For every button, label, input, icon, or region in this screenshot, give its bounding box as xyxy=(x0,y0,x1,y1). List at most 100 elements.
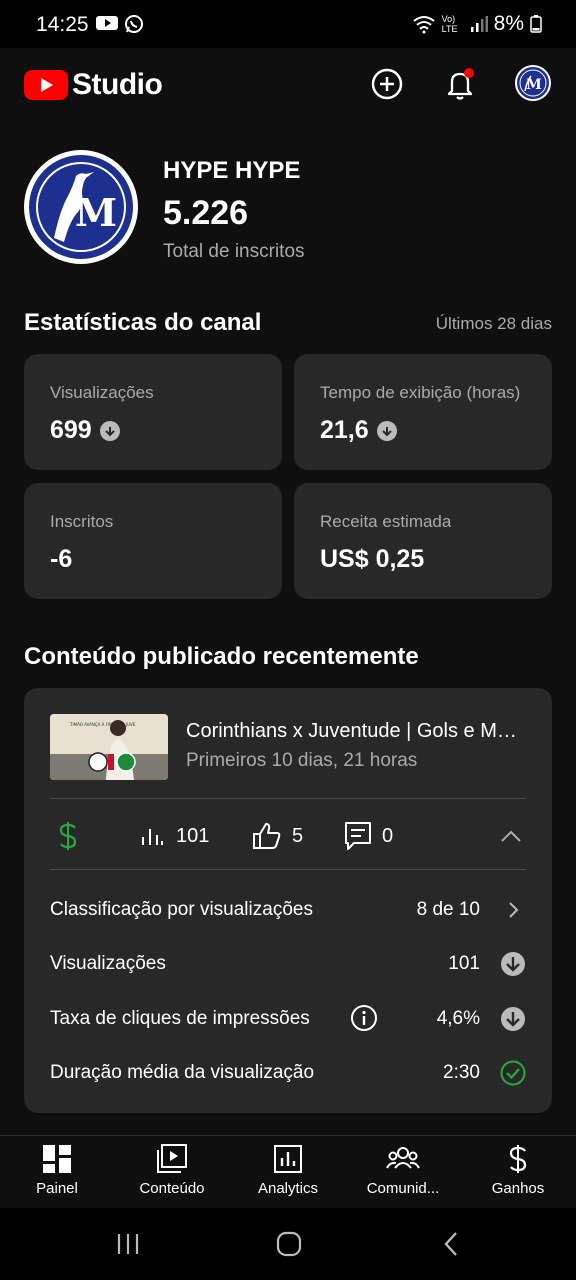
detail-label: Classificação por visualizações xyxy=(50,899,313,920)
system-navigation-bar xyxy=(0,1208,576,1280)
stats-period[interactable]: Últimos 28 dias xyxy=(436,314,552,334)
check-circle-icon xyxy=(500,1060,526,1086)
channel-header: M HYPE HYPE 5.226 Total de inscritos xyxy=(24,150,552,266)
signal-icon xyxy=(470,16,488,32)
video-metrics-row[interactable]: 101 5 0 xyxy=(50,814,526,858)
detail-row-ctr: Taxa de cliques de impressões 4,6% xyxy=(50,1004,526,1034)
likes-metric: 5 xyxy=(252,822,303,850)
nav-item-analytics[interactable]: Analytics xyxy=(233,1144,343,1197)
notifications-button[interactable] xyxy=(440,64,480,104)
stat-card-watch-time[interactable]: Tempo de exibição (horas) 21,6 xyxy=(294,354,552,470)
status-notification-icons xyxy=(96,14,144,34)
stat-value: US$ 0,25 xyxy=(320,545,425,573)
detail-value: 2:30 xyxy=(443,1062,480,1083)
stat-value-row: 699 xyxy=(50,416,120,445)
detail-row-views: Visualizações 101 xyxy=(50,949,526,979)
arrow-down-icon xyxy=(99,420,120,441)
analytics-icon xyxy=(274,1145,302,1173)
nav-item-conteudo[interactable]: Conteúdo xyxy=(117,1144,227,1197)
channel-logo-icon: M xyxy=(519,69,547,97)
recent-video-card: TIMÃO AVANÇA À FINAL DO JUVE Corinthians… xyxy=(24,688,552,1113)
video-subtitle: Primeiros 10 dias, 21 horas xyxy=(186,750,418,771)
stat-card-revenue[interactable]: Receita estimada US$ 0,25 xyxy=(294,483,552,599)
nav-item-ganhos[interactable]: Ganhos xyxy=(463,1144,573,1197)
views-metric: 101 xyxy=(140,825,209,848)
video-thumbnail[interactable]: TIMÃO AVANÇA À FINAL DO JUVE xyxy=(50,714,168,780)
subscriber-label: Total de inscritos xyxy=(163,241,305,262)
nav-item-painel[interactable]: Painel xyxy=(2,1144,112,1197)
stats-section-title: Estatísticas do canal xyxy=(24,309,262,336)
stat-label: Receita estimada xyxy=(320,512,452,531)
nav-item-comunidade[interactable]: Comunid... xyxy=(348,1144,458,1197)
detail-value: 8 de 10 xyxy=(416,899,480,920)
status-bar: 14:25 Vo) LTE 8% xyxy=(0,0,576,48)
channel-logo-icon: M xyxy=(25,151,137,263)
comments-metric: 0 xyxy=(344,821,393,851)
comment-icon xyxy=(345,822,371,850)
detail-label: Duração média da visualização xyxy=(50,1062,315,1083)
chevron-right-icon xyxy=(500,897,526,923)
views-count: 101 xyxy=(176,824,210,847)
dollar-icon xyxy=(509,1145,527,1173)
youtube-notification-icon xyxy=(96,16,118,30)
arrow-down-circle-icon xyxy=(500,951,526,977)
stat-label: Inscritos xyxy=(50,512,114,531)
detail-row-avg-duration: Duração média da visualização 2:30 xyxy=(50,1058,526,1088)
dashboard-icon xyxy=(43,1145,71,1173)
bell-icon xyxy=(447,68,474,100)
youtube-studio-logo[interactable]: Studio xyxy=(24,68,163,102)
thumbnail-art: TIMÃO AVANÇA À FINAL DO JUVE xyxy=(50,714,168,780)
collapse-button[interactable] xyxy=(500,829,522,843)
network-type: Vo) LTE xyxy=(441,14,458,34)
stat-value: -6 xyxy=(50,545,73,573)
stat-label: Tempo de exibição (horas) xyxy=(320,383,521,402)
battery-icon xyxy=(530,15,542,33)
home-icon[interactable] xyxy=(276,1231,302,1257)
recent-section-title: Conteúdo publicado recentemente xyxy=(24,643,419,670)
channel-avatar[interactable]: M xyxy=(24,150,138,264)
stat-card-views[interactable]: Visualizações 699 xyxy=(24,354,282,470)
dollar-icon xyxy=(58,821,78,851)
stat-card-subscribers[interactable]: Inscritos -6 xyxy=(24,483,282,599)
stat-label: Visualizações xyxy=(50,383,154,402)
stat-value: 699 xyxy=(50,416,92,444)
detail-value: 4,6% xyxy=(436,1008,480,1029)
battery-percentage: 8% xyxy=(493,12,524,35)
bottom-navigation: Painel Conteúdo Analytics Comunid... Gan… xyxy=(0,1135,576,1208)
thumbs-up-icon xyxy=(253,823,281,849)
whatsapp-icon xyxy=(125,15,143,33)
status-time: 14:25 xyxy=(36,13,89,36)
community-icon xyxy=(386,1147,420,1169)
detail-row-ranking[interactable]: Classificação por visualizações 8 de 10 xyxy=(50,895,526,925)
comments-count: 0 xyxy=(382,824,394,847)
nav-label: Analytics xyxy=(257,1180,319,1197)
nav-label: Painel xyxy=(36,1180,78,1197)
wifi-icon xyxy=(413,16,435,34)
youtube-logo-icon xyxy=(24,70,68,100)
detail-label: Visualizações xyxy=(50,953,166,974)
create-button[interactable] xyxy=(367,64,407,104)
channel-name: HYPE HYPE xyxy=(163,157,301,184)
stat-value: 21,6 xyxy=(320,416,369,444)
divider xyxy=(50,869,526,870)
logo-text: Studio xyxy=(72,68,163,101)
bar-chart-icon xyxy=(142,829,163,845)
add-circle-icon xyxy=(371,68,403,100)
back-icon[interactable] xyxy=(442,1231,460,1257)
chevron-up-icon xyxy=(501,830,521,842)
content-icon xyxy=(157,1144,187,1173)
info-icon[interactable] xyxy=(350,1004,378,1038)
nav-label: Ganhos xyxy=(491,1180,545,1197)
video-title[interactable]: Corinthians x Juventude | Gols e Melhore… xyxy=(186,720,526,743)
account-avatar[interactable]: M xyxy=(515,65,551,101)
subscriber-count: 5.226 xyxy=(163,194,249,232)
recent-apps-icon[interactable] xyxy=(116,1232,140,1256)
stat-value-row: 21,6 xyxy=(320,416,397,445)
detail-value: 101 xyxy=(448,953,480,974)
arrow-down-circle-icon xyxy=(500,1006,526,1032)
detail-label: Taxa de cliques de impressões xyxy=(50,1008,310,1029)
divider xyxy=(50,798,526,799)
likes-count: 5 xyxy=(292,824,304,847)
app-bar: Studio M xyxy=(0,48,576,120)
svg-text:M: M xyxy=(75,190,117,235)
